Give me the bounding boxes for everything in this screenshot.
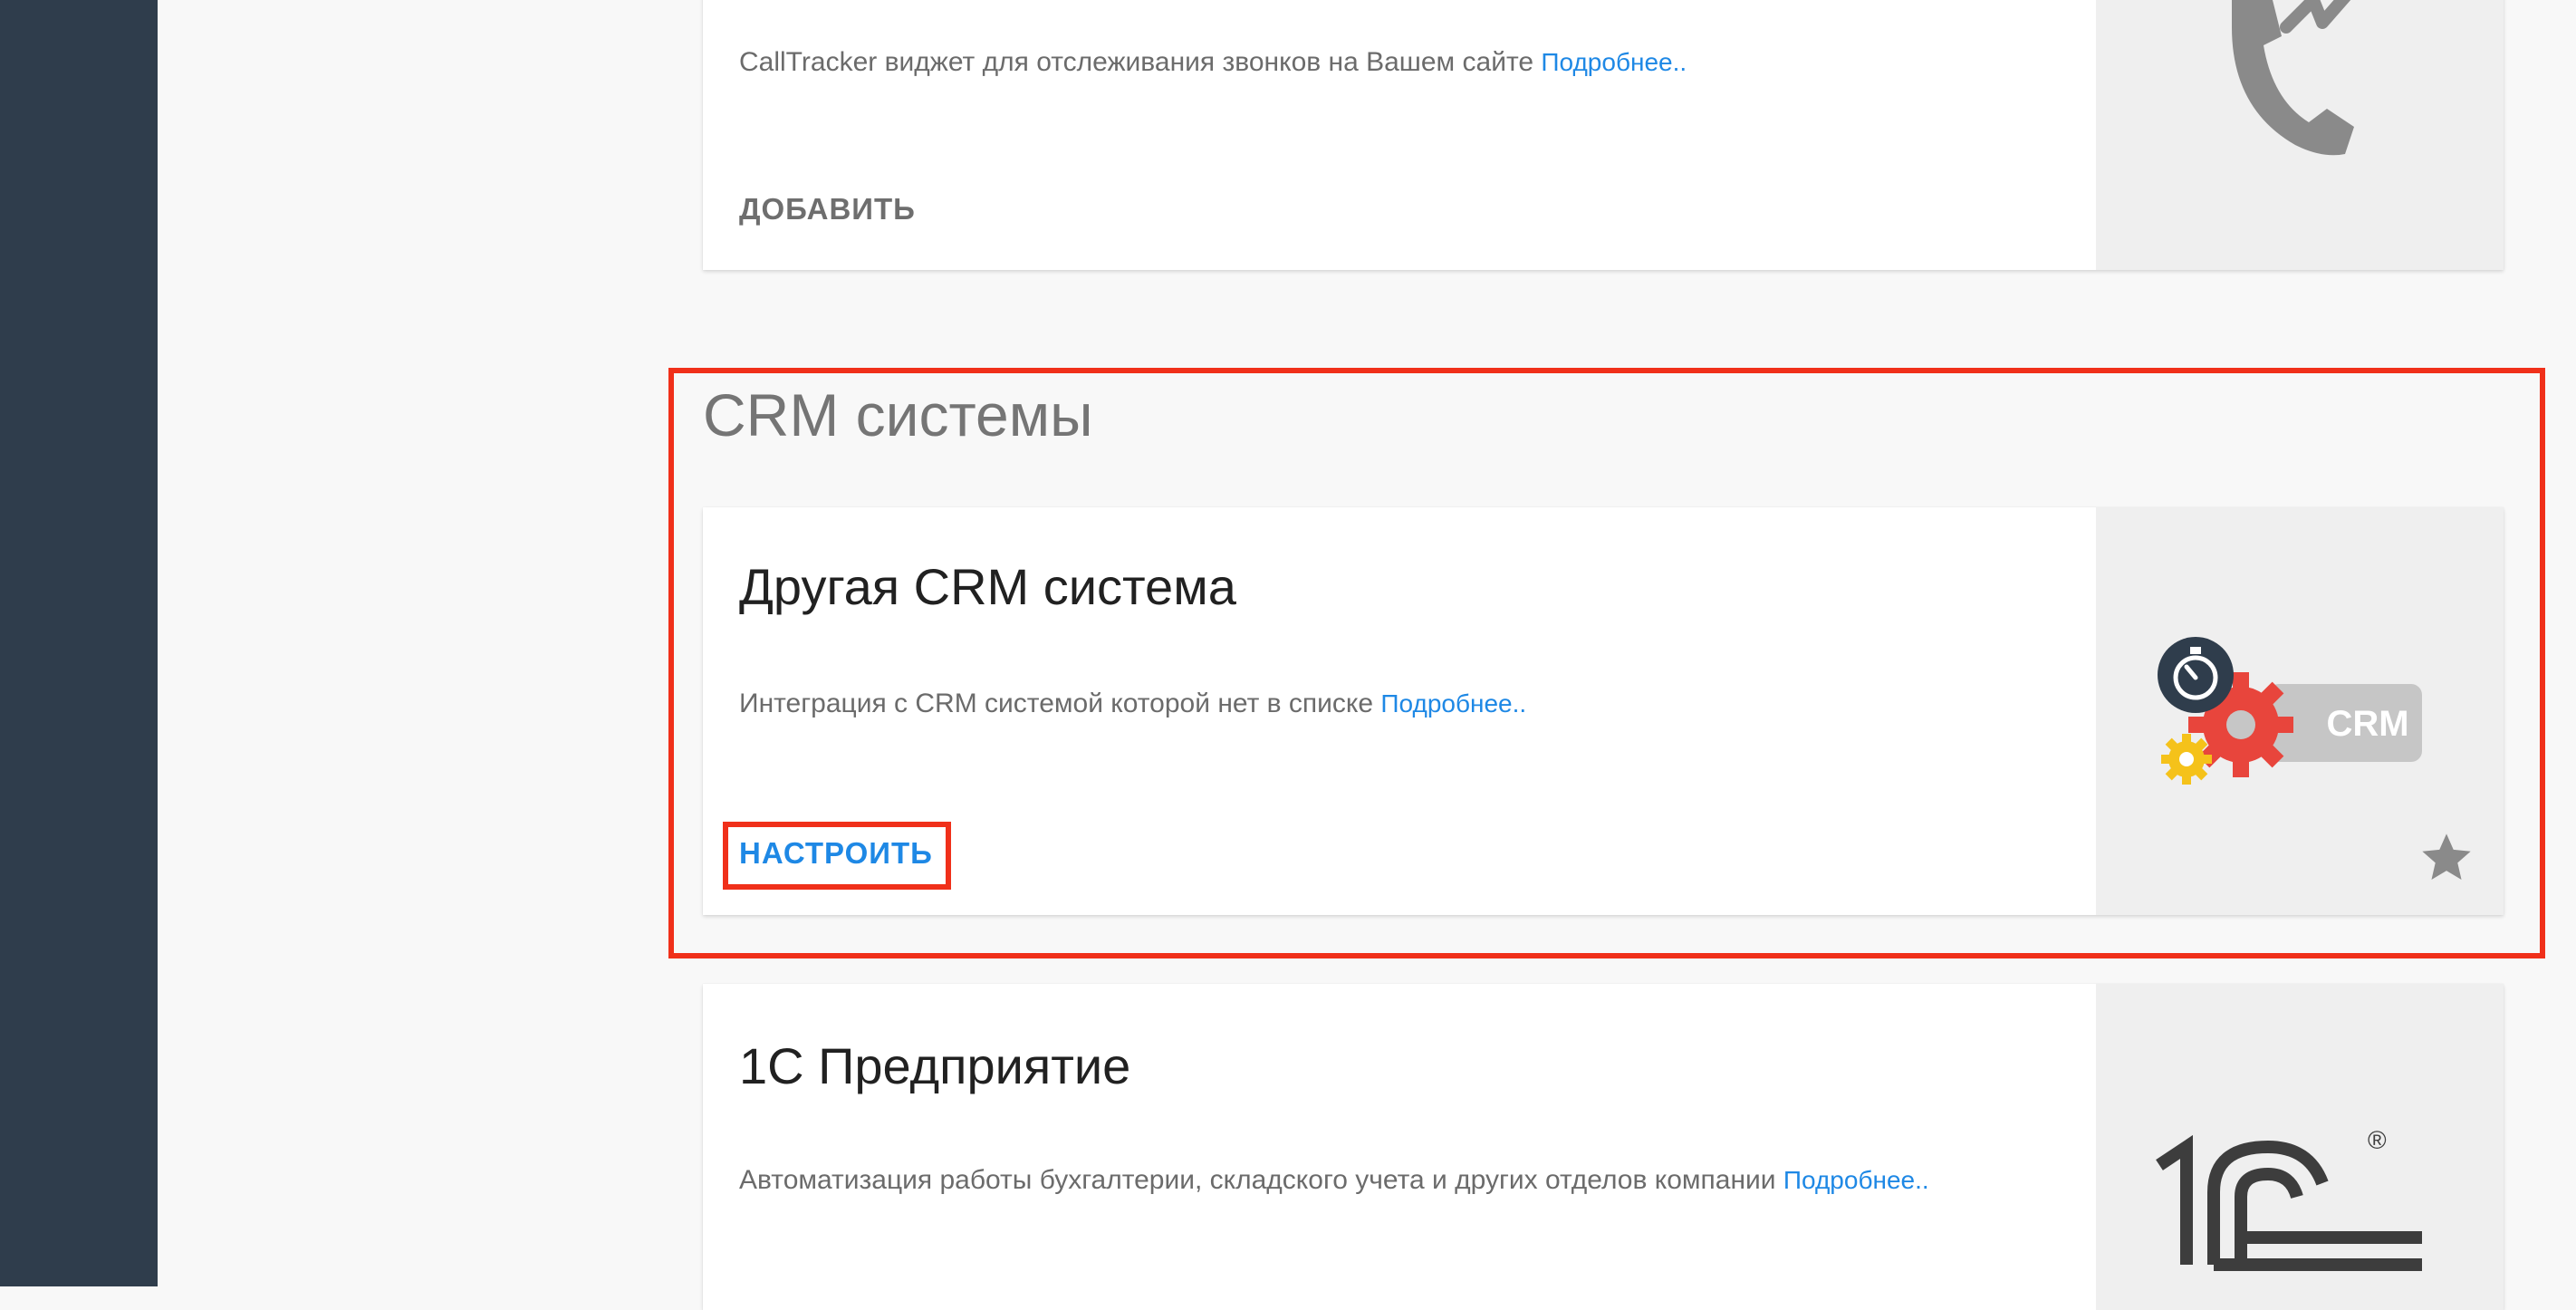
one-c-card: 1С Предприятие Автоматизация работы бухг… — [703, 984, 2504, 1310]
calltracker-media — [2096, 0, 2504, 270]
one-c-description: Автоматизация работы бухгалтерии, складс… — [739, 1165, 1929, 1196]
configure-button-highlight — [723, 822, 951, 890]
calltracker-add-button[interactable]: ДОБАВИТЬ — [739, 192, 916, 226]
sidebar — [0, 0, 158, 1286]
calltracker-more-link[interactable]: Подробнее.. — [1541, 48, 1687, 76]
registered-mark: ® — [2368, 1126, 2387, 1154]
calltracker-description: CallTracker виджет для отслеживания звон… — [739, 47, 1687, 78]
one-c-title: 1С Предприятие — [739, 1037, 1131, 1094]
one-c-description-text: Автоматизация работы бухгалтерии, складс… — [739, 1165, 1776, 1195]
calltracker-card: CallTracker виджет для отслеживания звон… — [703, 0, 2504, 270]
one-c-media: 1С ® — [2096, 984, 2504, 1310]
one-c-more-link[interactable]: Подробнее.. — [1783, 1166, 1929, 1194]
calltracker-description-text: CallTracker виджет для отслеживания звон… — [739, 47, 1534, 77]
one-c-logo: 1С ® — [2156, 1126, 2422, 1271]
phone-icon — [2232, 0, 2354, 156]
